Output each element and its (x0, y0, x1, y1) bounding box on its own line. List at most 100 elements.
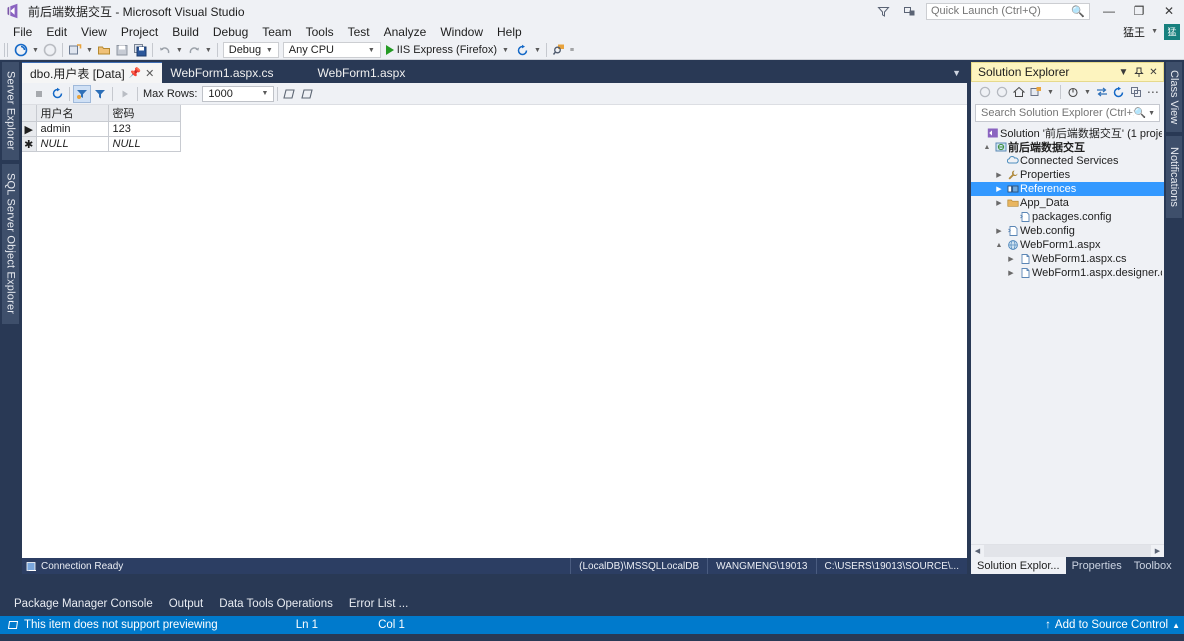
tab-error-list[interactable]: Error List ... (341, 594, 416, 614)
tab-overflow-chevron-down-icon[interactable]: ▼ (952, 62, 961, 83)
source-control-area[interactable]: ↑ Add to Source Control ▲ (1045, 619, 1180, 631)
arrow-left-icon[interactable]: ◀ (971, 544, 984, 558)
close-icon[interactable]: ✕ (145, 67, 154, 80)
vertical-tab-server-explorer[interactable]: Server Explorer (2, 62, 19, 160)
navigate-forward-icon[interactable] (41, 41, 59, 59)
account-chevron-down-icon[interactable]: ▼ (1149, 28, 1160, 35)
tab-webform1-aspx[interactable]: WebForm1.aspx (310, 62, 414, 83)
menu-project[interactable]: Project (114, 22, 165, 41)
overflow-icon[interactable]: ⋯ (1145, 84, 1161, 101)
chevron-down-icon[interactable]: ▼ (500, 47, 511, 54)
start-debugging-button[interactable]: IIS Express (Firefox) ▼ (383, 44, 514, 56)
toolbar-options-icon[interactable]: ≡ (568, 47, 576, 54)
menu-tools[interactable]: Tools (299, 22, 341, 41)
save-icon[interactable] (113, 41, 131, 59)
expander[interactable]: ▶ (1005, 269, 1017, 277)
tree-node-webform1-aspx-designer-cs[interactable]: ▶ WebForm1.aspx.designer.c (971, 266, 1164, 280)
cell-password[interactable]: 123 (108, 121, 181, 137)
tree-node-web-config[interactable]: ▶ Web.config (971, 224, 1164, 238)
refresh-icon[interactable] (514, 41, 532, 59)
tab-data-tools-operations[interactable]: Data Tools Operations (211, 594, 341, 614)
account-name[interactable]: 猛王 (1123, 24, 1145, 40)
table-row-new[interactable]: ✱ NULL NULL (22, 136, 181, 152)
menu-file[interactable]: File (6, 22, 39, 41)
expander[interactable]: ▶ (993, 199, 1005, 207)
tab-toolbox[interactable]: Toolbox (1128, 557, 1178, 574)
expander[interactable]: ▲ (981, 144, 993, 151)
tree-node-packages-config[interactable]: packages.config (971, 210, 1164, 224)
maximize-restore-button[interactable]: ❐ (1124, 0, 1154, 22)
back-icon[interactable] (977, 84, 993, 101)
undo-icon[interactable] (156, 41, 174, 59)
solution-explorer-horizontal-scrollbar[interactable]: ◀ ▶ (971, 544, 1164, 558)
tab-output[interactable]: Output (161, 594, 212, 614)
cell-username[interactable]: admin (36, 121, 109, 137)
redo-icon[interactable] (185, 41, 203, 59)
sync-chevron-down-icon[interactable]: ▼ (1082, 89, 1093, 96)
column-header-password[interactable]: 密码 (108, 105, 181, 122)
toolbar-grip[interactable] (4, 43, 10, 57)
expander[interactable]: ▶ (1005, 255, 1017, 263)
tree-node-project[interactable]: ▲ 前后端数据交互 (971, 140, 1164, 154)
chevron-up-icon[interactable]: ▲ (1172, 621, 1180, 630)
window-layout-icon[interactable] (896, 0, 922, 22)
tree-node-connected-services[interactable]: Connected Services (971, 154, 1164, 168)
tree-node-webform1-aspx-cs[interactable]: ▶ WebForm1.aspx.cs (971, 252, 1164, 266)
menu-edit[interactable]: Edit (39, 22, 74, 41)
menu-build[interactable]: Build (165, 22, 206, 41)
menu-debug[interactable]: Debug (206, 22, 255, 41)
menu-analyze[interactable]: Analyze (377, 22, 434, 41)
pin-icon[interactable]: 📌 (129, 68, 141, 79)
search-chevron-down-icon[interactable]: ▼ (1146, 110, 1157, 117)
pin-icon[interactable] (1131, 64, 1146, 80)
menu-help[interactable]: Help (490, 22, 529, 41)
tree-node-webform1-aspx[interactable]: ▲ WebForm1.aspx (971, 238, 1164, 252)
feedback-icon[interactable] (870, 0, 896, 22)
account-avatar[interactable]: 猛 (1164, 23, 1180, 40)
home-icon[interactable] (1011, 84, 1027, 101)
max-rows-combo[interactable]: 1000 ▼ (202, 85, 275, 102)
tree-node-solution[interactable]: Solution '前后端数据交互' (1 project) (971, 126, 1164, 140)
quick-launch-search[interactable]: 🔍 (926, 2, 1090, 20)
new-project-icon[interactable] (66, 41, 84, 59)
redo-chevron-down-icon[interactable]: ▼ (203, 47, 214, 54)
menu-view[interactable]: View (74, 22, 114, 41)
pending-changes-chevron-down-icon[interactable]: ▼ (1045, 89, 1056, 96)
expander[interactable]: ▶ (993, 171, 1005, 179)
tab-package-manager-console[interactable]: Package Manager Console (6, 594, 161, 614)
collapse-all-icon[interactable] (1128, 84, 1144, 101)
minimize-button[interactable]: — (1094, 0, 1124, 22)
find-icon[interactable] (550, 41, 568, 59)
tab-dbo-user-table-data[interactable]: dbo.用户表 [Data] 📌 ✕ (22, 62, 163, 83)
row-selector[interactable]: ▶ (22, 121, 37, 137)
vertical-tab-notifications[interactable]: Notifications (1166, 136, 1182, 218)
column-header-username[interactable]: 用户名 (36, 105, 109, 122)
quick-launch-input[interactable] (931, 5, 1071, 17)
execute-sql-icon[interactable] (116, 85, 134, 103)
expander[interactable]: ▶ (993, 227, 1005, 235)
save-all-icon[interactable] (131, 41, 149, 59)
expander[interactable]: ▶ (993, 185, 1005, 193)
menu-window[interactable]: Window (433, 22, 490, 41)
new-project-chevron-down-icon[interactable]: ▼ (84, 47, 95, 54)
show-criteria-pane-icon[interactable] (73, 84, 91, 103)
cell-username[interactable]: NULL (36, 136, 109, 152)
tree-node-references[interactable]: ▶ References (971, 182, 1164, 196)
close-icon[interactable]: ✕ (1146, 64, 1161, 80)
close-button[interactable]: ✕ (1154, 0, 1184, 22)
menu-test[interactable]: Test (341, 22, 377, 41)
refresh-icon[interactable] (48, 85, 66, 103)
refresh-icon[interactable] (1111, 84, 1127, 101)
filter-icon[interactable] (91, 85, 109, 103)
script-update-icon[interactable] (299, 85, 317, 103)
tree-node-app-data[interactable]: ▶ App_Data (971, 196, 1164, 210)
pending-changes-icon[interactable] (1028, 84, 1044, 101)
script-insert-icon[interactable] (281, 85, 299, 103)
solution-platform-combo[interactable]: Any CPU ▼ (282, 42, 381, 58)
navigate-back-icon[interactable] (12, 41, 30, 59)
table-row[interactable]: ▶ admin 123 (22, 121, 181, 137)
vertical-tab-class-view[interactable]: Class View (1166, 62, 1182, 132)
arrow-right-icon[interactable]: ▶ (1151, 544, 1164, 558)
solution-explorer-search[interactable]: 🔍 ▼ (975, 104, 1160, 122)
menu-team[interactable]: Team (255, 22, 298, 41)
